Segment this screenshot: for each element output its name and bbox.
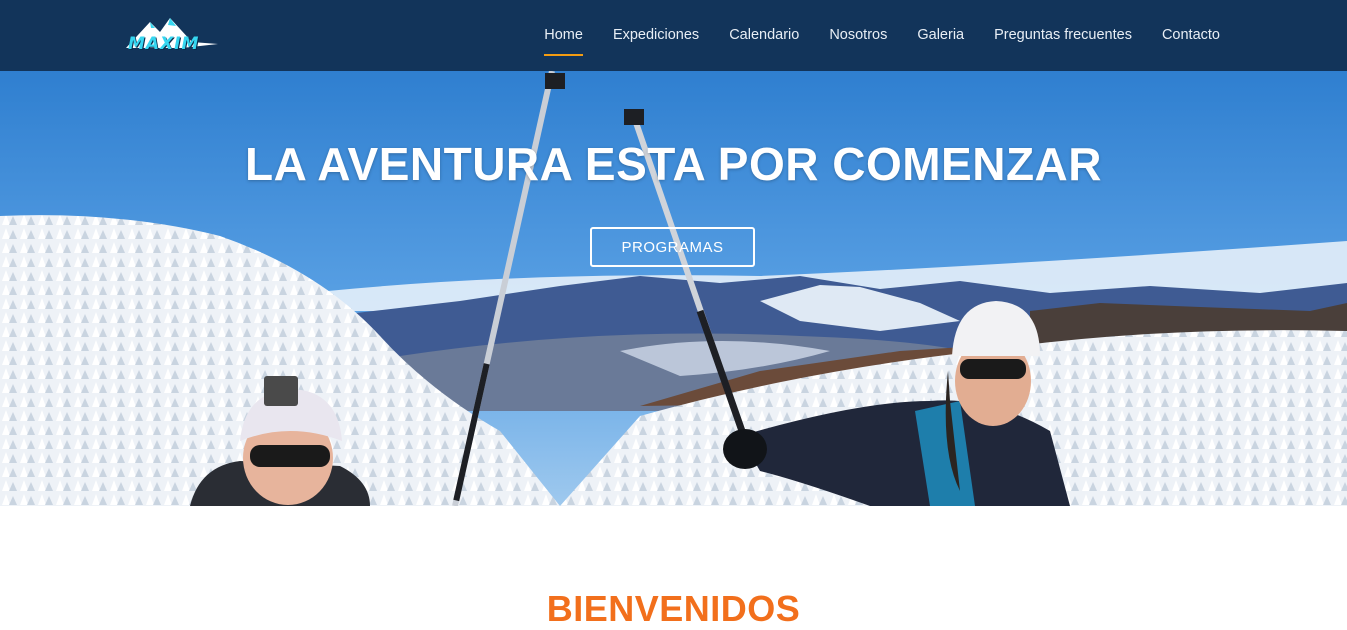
hero-banner: LA AVENTURA ESTA POR COMENZAR PROGRAMAS <box>0 71 1347 506</box>
nav-nosotros[interactable]: Nosotros <box>814 0 902 71</box>
nav-contacto[interactable]: Contacto <box>1147 0 1235 71</box>
hero-title: LA AVENTURA ESTA POR COMENZAR <box>245 138 1102 190</box>
nav-expediciones[interactable]: Expediciones <box>598 0 714 71</box>
site-logo[interactable]: MAXIM <box>122 12 222 58</box>
programas-button[interactable]: PROGRAMAS <box>590 227 755 267</box>
logo-text: MAXIM <box>128 34 200 54</box>
top-navbar: MAXIM Home Expediciones Calendario Nosot… <box>0 0 1347 71</box>
nav-calendario[interactable]: Calendario <box>714 0 814 71</box>
nav-galeria[interactable]: Galeria <box>902 0 979 71</box>
welcome-heading: BIENVENIDOS <box>546 588 801 629</box>
nav-home[interactable]: Home <box>529 0 598 71</box>
main-nav: Home Expediciones Calendario Nosotros Ga… <box>529 0 1235 71</box>
nav-preguntas-frecuentes[interactable]: Preguntas frecuentes <box>979 0 1147 71</box>
